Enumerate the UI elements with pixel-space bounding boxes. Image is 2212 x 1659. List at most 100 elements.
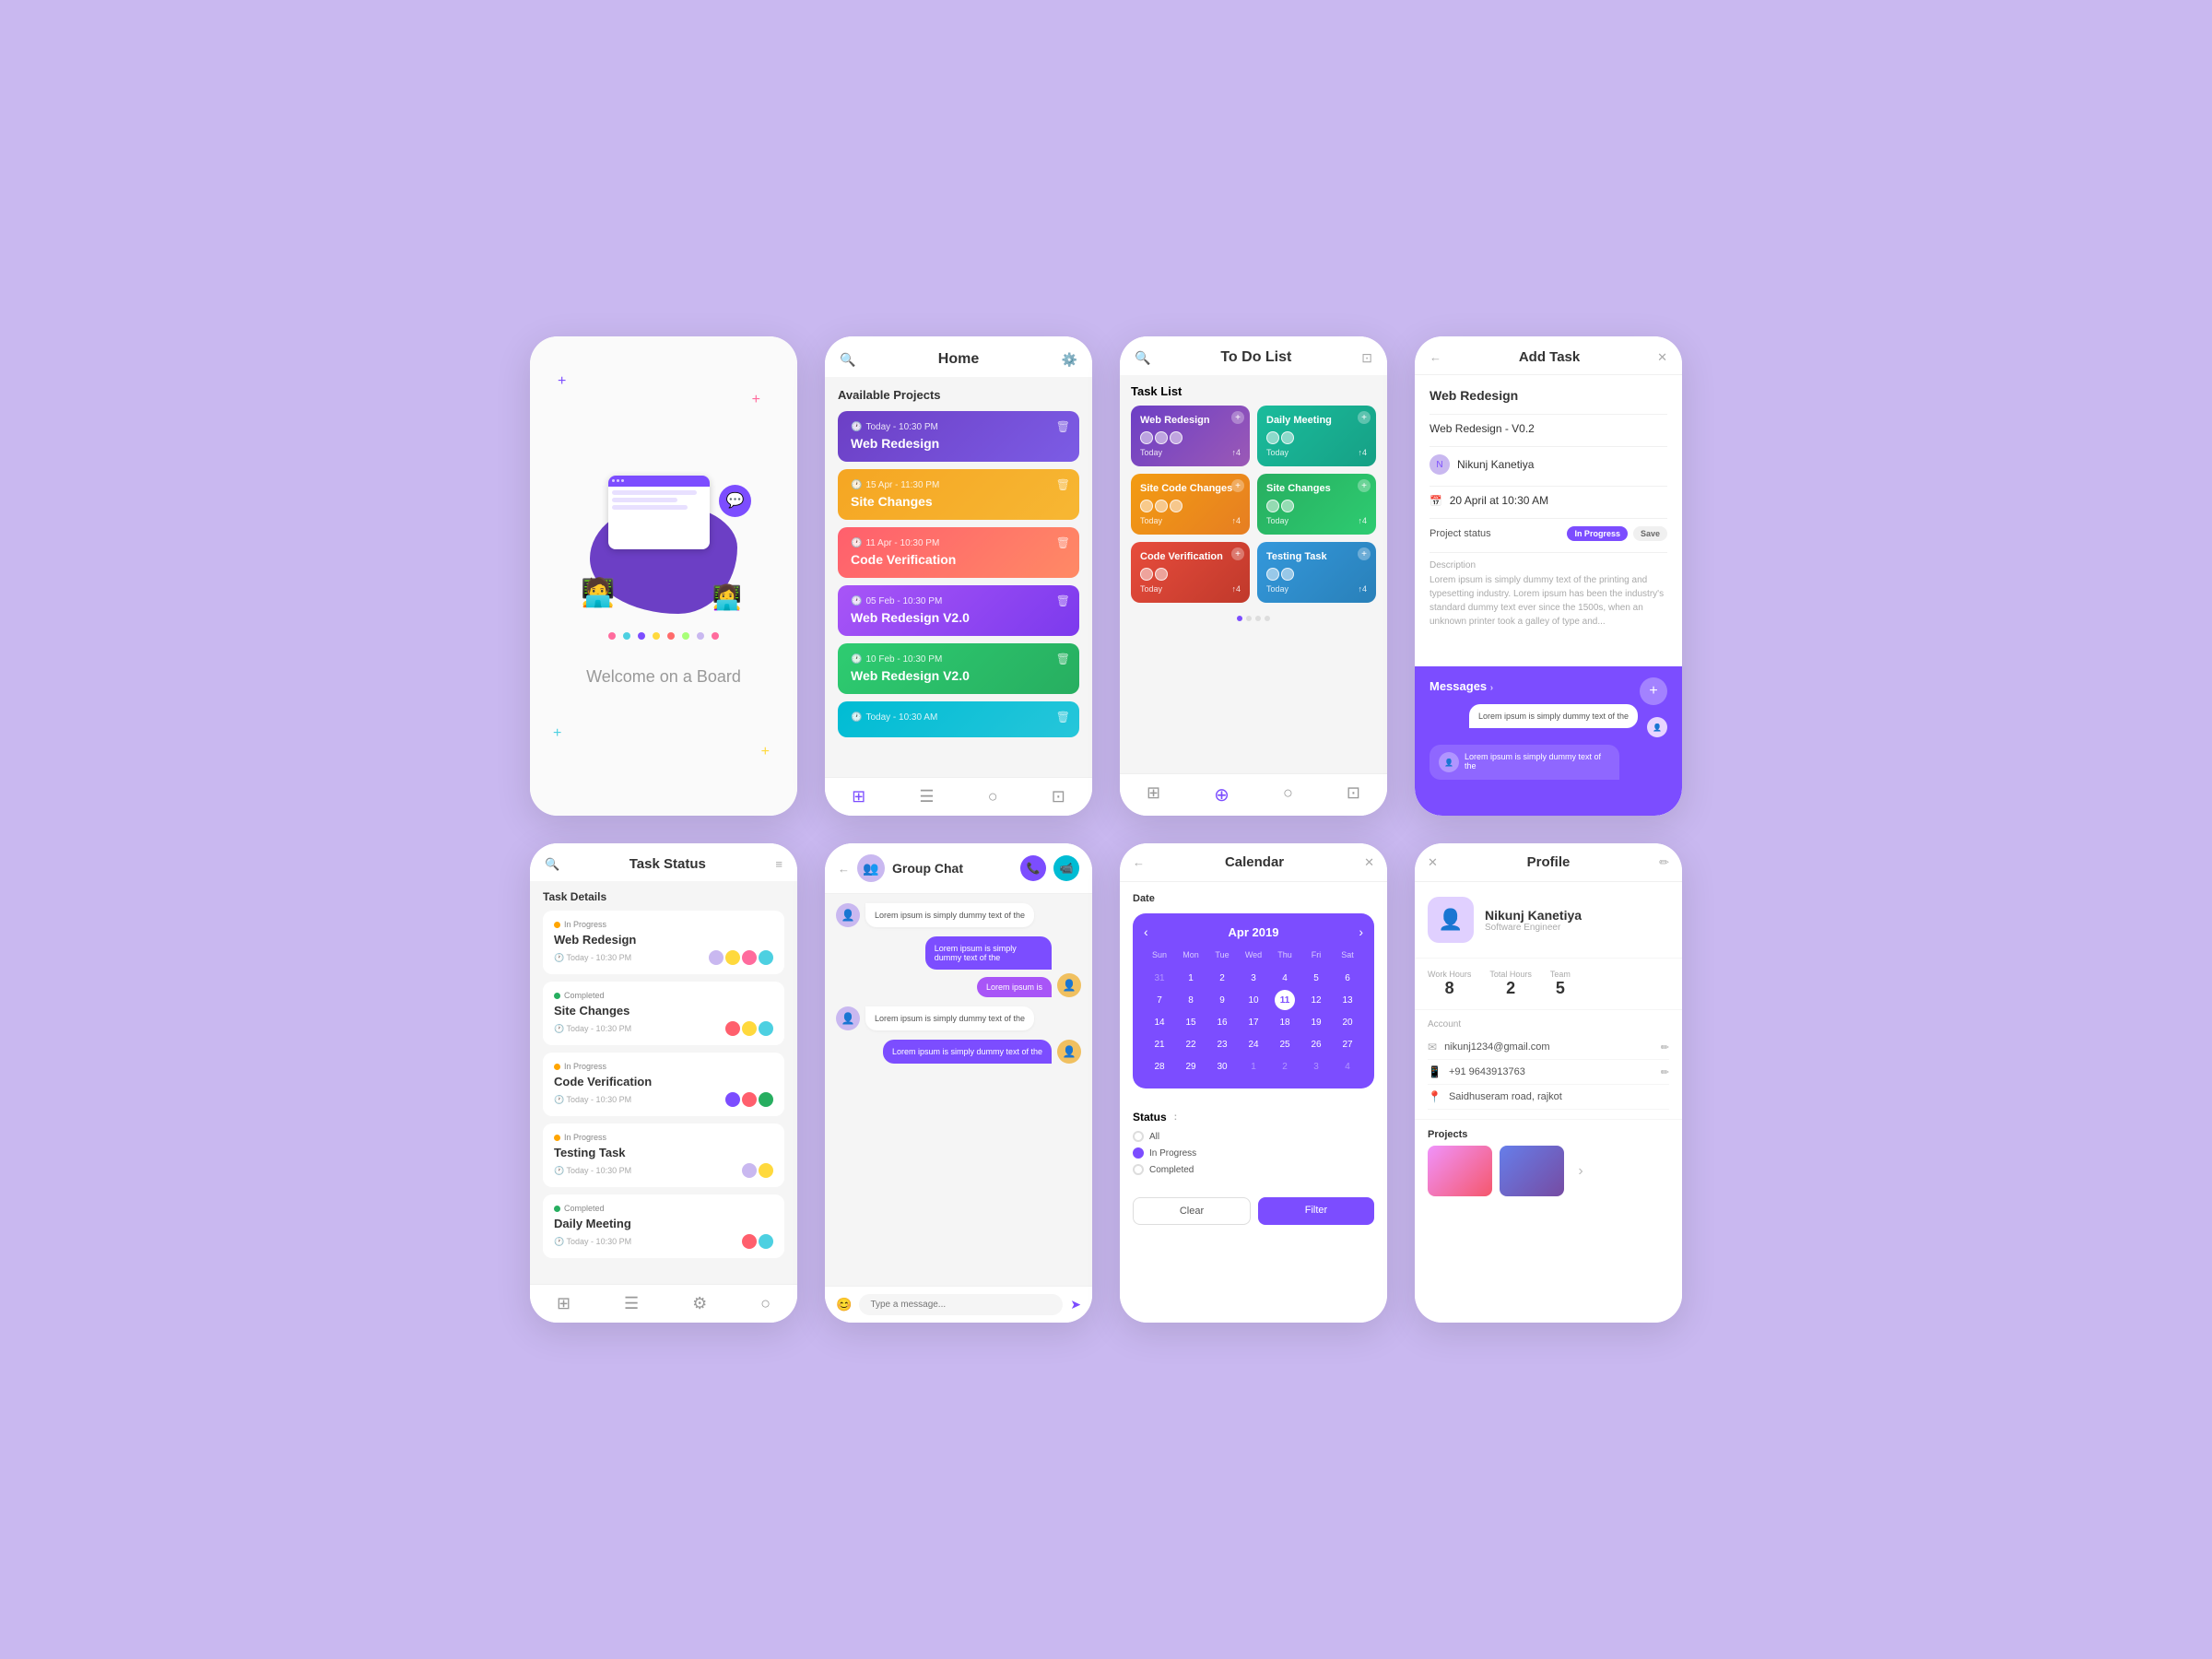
gc-call-button[interactable]: 📞 [1020,855,1046,881]
nav-list-icon[interactable]: ☰ [919,787,934,806]
cal-day-22[interactable]: 22 [1181,1034,1201,1054]
project-code-verification[interactable]: 🕐 11 Apr - 10:30 PM Code Verification 🗑 [838,527,1079,578]
nav-more-icon[interactable]: ⊡ [1052,787,1065,806]
project-thumb-2[interactable] [1500,1146,1564,1196]
cal-day-14[interactable]: 14 [1149,1012,1170,1032]
todo-search-icon[interactable]: 🔍 [1135,350,1150,366]
radio-completed[interactable] [1133,1164,1144,1175]
cal-day-27[interactable]: 27 [1337,1034,1358,1054]
cal-day-9[interactable]: 9 [1212,990,1232,1010]
cal-day-24[interactable]: 24 [1243,1034,1264,1054]
gc-emoji-icon[interactable]: 😊 [836,1297,852,1312]
cal-option-completed[interactable]: Completed [1133,1164,1374,1175]
cal-day-25[interactable]: 25 [1275,1034,1295,1054]
profile-edit-icon[interactable]: ✏ [1659,855,1669,870]
cal-day-30[interactable]: 30 [1212,1056,1232,1077]
cal-day-20[interactable]: 20 [1337,1012,1358,1032]
add-fab-button[interactable]: + [1640,677,1667,705]
search-icon[interactable]: 🔍 [840,352,855,368]
delete-icon-5[interactable]: 🗑 [1056,653,1070,665]
email-edit-icon[interactable]: ✏ [1661,1041,1669,1053]
cal-day-21[interactable]: 21 [1149,1034,1170,1054]
todo-nav-add[interactable]: ⊕ [1214,783,1230,806]
radio-all[interactable] [1133,1131,1144,1142]
cal-day-26[interactable]: 26 [1306,1034,1326,1054]
save-badge-btn[interactable]: Save [1633,526,1667,541]
cal-day-may2[interactable]: 2 [1275,1056,1295,1077]
ts-nav-grid[interactable]: ⊞ [557,1294,571,1313]
radio-inprogress[interactable] [1133,1147,1144,1159]
delete-icon[interactable]: 🗑 [1056,420,1070,433]
delete-icon-2[interactable]: 🗑 [1056,478,1070,491]
ts-item-4[interactable]: In Progress Testing Task 🕐 Today - 10:30… [543,1124,784,1187]
todo-nav-grid[interactable]: ⊞ [1147,783,1160,806]
cal-day-12[interactable]: 12 [1306,990,1326,1010]
ts-nav-more[interactable]: ○ [760,1294,771,1313]
todo-nav-more[interactable]: ⊡ [1347,783,1360,806]
project-teal[interactable]: 🕐 Today - 10:30 AM 🗑 [838,701,1079,737]
ts-item-5[interactable]: Completed Daily Meeting 🕐 Today - 10:30 … [543,1194,784,1258]
cal-day-11[interactable]: 11 [1275,990,1295,1010]
cal-day-23[interactable]: 23 [1212,1034,1232,1054]
project-web-redesign-v2[interactable]: 🕐 05 Feb - 10:30 PM Web Redesign V2.0 🗑 [838,585,1079,636]
task-site-changes[interactable]: + Site Changes Today↑4 [1257,474,1376,535]
gc-video-button[interactable]: 📹 [1053,855,1079,881]
delete-icon-4[interactable]: 🗑 [1056,594,1070,607]
task-add-icon-5[interactable]: + [1231,547,1244,560]
gc-message-input[interactable] [859,1294,1063,1315]
cal-day-16[interactable]: 16 [1212,1012,1232,1032]
project-web-redesign[interactable]: 🕐 Today - 10:30 PM Web Redesign 🗑 [838,411,1079,462]
project-thumb-1[interactable] [1428,1146,1492,1196]
gc-send-button[interactable]: ➤ [1070,1297,1081,1312]
ts-item-3[interactable]: In Progress Code Verification 🕐 Today - … [543,1053,784,1116]
task-daily-meeting[interactable]: + Daily Meeting Today↑4 [1257,406,1376,466]
cal-next-btn[interactable]: › [1359,924,1363,939]
ts-item-1[interactable]: In Progress Web Redesign 🕐 Today - 10:30… [543,911,784,974]
nav-home-icon[interactable]: ○ [988,787,998,806]
cal-day-may4[interactable]: 4 [1337,1056,1358,1077]
cal-clear-button[interactable]: Clear [1133,1197,1251,1225]
project-site-changes[interactable]: 🕐 15 Apr - 11:30 PM Site Changes 🗑 [838,469,1079,520]
task-testing[interactable]: + Testing Task Today↑4 [1257,542,1376,603]
todo-filter-icon[interactable]: ⊡ [1361,350,1372,366]
ts-nav-settings[interactable]: ⚙ [692,1294,707,1313]
cal-day-18[interactable]: 18 [1275,1012,1295,1032]
ts-search-icon[interactable]: 🔍 [545,857,559,872]
ts-filter-icon[interactable]: ≡ [775,857,782,871]
phone-edit-icon[interactable]: ✏ [1661,1066,1669,1078]
status-inprogress-badge[interactable]: In Progress [1567,526,1628,541]
cal-day-17[interactable]: 17 [1243,1012,1264,1032]
filter-icon[interactable]: ⚙️ [1062,352,1077,368]
cal-prev-btn[interactable]: ‹ [1144,924,1148,939]
ts-item-2[interactable]: Completed Site Changes 🕐 Today - 10:30 P… [543,982,784,1045]
cal-day-19[interactable]: 19 [1306,1012,1326,1032]
nav-grid-icon[interactable]: ⊞ [852,787,865,806]
cal-day-2[interactable]: 2 [1212,968,1232,988]
cal-close-icon[interactable]: ✕ [1364,855,1374,870]
profile-close-icon[interactable]: ✕ [1428,855,1438,870]
ts-nav-list[interactable]: ☰ [624,1294,639,1313]
back-icon[interactable]: ← [1430,350,1441,364]
cal-day-15[interactable]: 15 [1181,1012,1201,1032]
task-code-verification[interactable]: + Code Verification Today↑4 [1131,542,1250,603]
cal-day-3[interactable]: 3 [1243,968,1264,988]
todo-nav-home[interactable]: ○ [1283,783,1293,806]
task-site-code[interactable]: + Site Code Changes Today↑4 [1131,474,1250,535]
cal-day-13[interactable]: 13 [1337,990,1358,1010]
cal-day-may1[interactable]: 1 [1243,1056,1264,1077]
cal-day-mar31[interactable]: 31 [1149,968,1170,988]
cal-day-4[interactable]: 4 [1275,968,1295,988]
cal-back-icon[interactable]: ← [1133,855,1145,869]
gc-back-icon[interactable]: ← [838,862,850,876]
task-add-icon-3[interactable]: + [1231,479,1244,492]
cal-day-6[interactable]: 6 [1337,968,1358,988]
task-web-redesign[interactable]: + Web Redesign Today↑4 [1131,406,1250,466]
cal-day-5[interactable]: 5 [1306,968,1326,988]
cal-day-8[interactable]: 8 [1181,990,1201,1010]
cal-option-inprogress[interactable]: In Progress [1133,1147,1374,1159]
delete-icon-6[interactable]: 🗑 [1056,711,1070,724]
cal-filter-button[interactable]: Filter [1258,1197,1374,1225]
delete-icon-3[interactable]: 🗑 [1056,536,1070,549]
cal-day-may3[interactable]: 3 [1306,1056,1326,1077]
close-icon[interactable]: ✕ [1657,350,1667,365]
